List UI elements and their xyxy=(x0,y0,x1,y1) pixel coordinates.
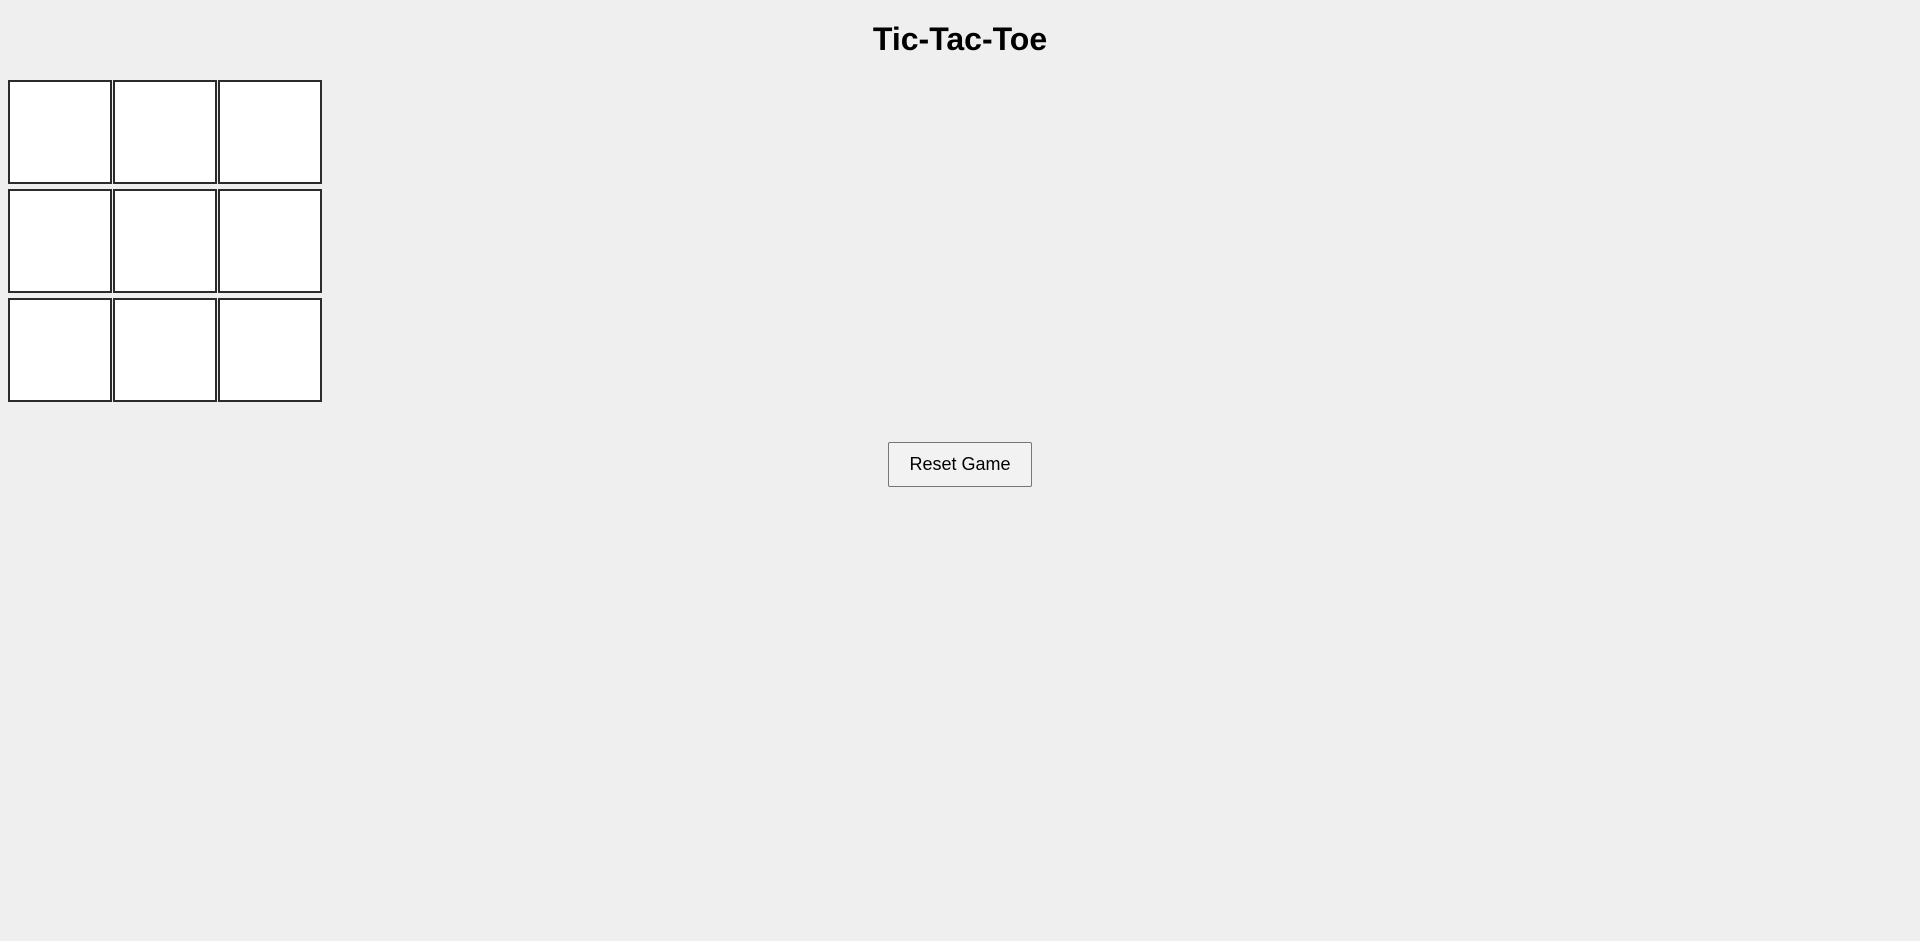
board-cell[interactable] xyxy=(218,189,322,293)
board-cell[interactable] xyxy=(8,298,112,402)
game-board xyxy=(8,80,322,402)
board-cell[interactable] xyxy=(113,298,217,402)
board-cell[interactable] xyxy=(218,298,322,402)
game-page: Tic-Tac-Toe Reset Game xyxy=(0,0,1920,941)
controls: Reset Game xyxy=(0,442,1920,487)
board-cell[interactable] xyxy=(218,80,322,184)
board-cell[interactable] xyxy=(113,189,217,293)
page-title: Tic-Tac-Toe xyxy=(872,21,1048,57)
board-cell[interactable] xyxy=(8,80,112,184)
board-cell[interactable] xyxy=(8,189,112,293)
reset-game-button[interactable]: Reset Game xyxy=(888,442,1032,487)
board-cell[interactable] xyxy=(113,80,217,184)
